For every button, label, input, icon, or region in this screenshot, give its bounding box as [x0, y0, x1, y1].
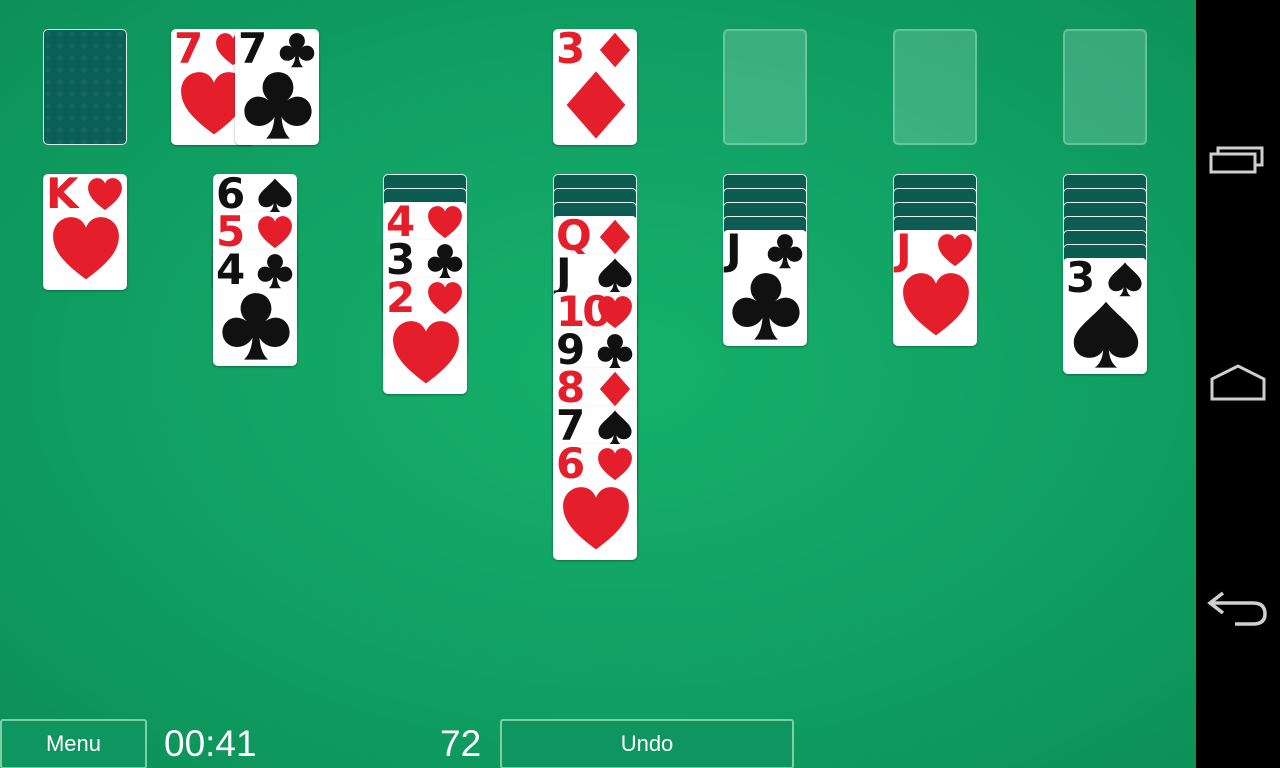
- card-rank: 3: [386, 240, 415, 284]
- undo-button[interactable]: Undo: [500, 719, 794, 768]
- stock-pile[interactable]: [43, 29, 127, 145]
- spade-icon: [598, 258, 632, 293]
- card-rank: 3: [1066, 258, 1095, 302]
- playing-card[interactable]: 7: [235, 29, 319, 145]
- spade-icon: [598, 410, 632, 445]
- foundation-slot[interactable]: [1063, 29, 1147, 145]
- foundation-slot[interactable]: [893, 29, 977, 145]
- heart-icon: [53, 217, 119, 280]
- game-table: 77 3 K 6 5 4 4 3 2 Q J 10 9 8 7 6 J J 3 Menu 00:41 72 Un…: [0, 0, 1196, 768]
- system-nav-bar: [1196, 0, 1280, 768]
- card-rank: 5: [216, 212, 245, 256]
- heart-icon: [393, 321, 459, 384]
- card-rank: 8: [556, 368, 585, 412]
- card-rank: 6: [556, 444, 585, 488]
- diamond-icon: [566, 71, 626, 139]
- spade-icon: [1073, 301, 1139, 368]
- club-icon: [427, 244, 463, 279]
- playing-card[interactable]: 2: [383, 278, 467, 394]
- card-rank: K: [46, 174, 79, 218]
- card-rank: 4: [216, 250, 245, 294]
- club-icon: [732, 273, 800, 340]
- heart-icon: [598, 448, 632, 481]
- club-icon: [222, 293, 290, 360]
- heart-icon: [88, 178, 122, 211]
- heart-icon: [938, 234, 972, 267]
- foundation-slot[interactable]: [723, 29, 807, 145]
- card-rank: 7: [238, 29, 267, 73]
- playing-card[interactable]: 4: [213, 250, 297, 366]
- playing-card[interactable]: 6: [553, 444, 637, 560]
- home-button[interactable]: [1196, 338, 1280, 428]
- card-rank: J: [726, 230, 742, 274]
- card-rank: 7: [556, 406, 585, 450]
- card-rank: 2: [386, 278, 415, 322]
- card-rank: 4: [386, 202, 415, 246]
- diamond-icon: [599, 371, 631, 407]
- menu-button[interactable]: Menu: [0, 719, 147, 768]
- home-icon: [1210, 364, 1266, 401]
- card-rank: 9: [556, 330, 585, 374]
- club-icon: [279, 33, 315, 68]
- spade-icon: [258, 178, 292, 213]
- playing-card[interactable]: 3: [1063, 258, 1147, 374]
- heart-icon: [903, 273, 969, 336]
- card-rank: 6: [216, 174, 245, 218]
- playing-card[interactable]: K: [43, 174, 127, 290]
- diamond-icon: [599, 32, 631, 68]
- recent-apps-icon: [1209, 146, 1264, 174]
- spade-icon: [1108, 262, 1142, 297]
- playing-card[interactable]: J: [723, 230, 807, 346]
- card-rank: J: [556, 254, 572, 298]
- card-rank: 3: [556, 29, 585, 73]
- club-icon: [767, 234, 803, 269]
- card-rank: J: [896, 230, 912, 274]
- heart-icon: [428, 282, 462, 315]
- card-rank: 7: [174, 29, 203, 73]
- playing-card[interactable]: 3: [553, 29, 637, 145]
- card-rank: Q: [556, 216, 592, 260]
- back-icon: [1207, 591, 1267, 626]
- recent-apps-button[interactable]: [1196, 115, 1280, 205]
- heart-icon: [563, 487, 629, 550]
- playing-card[interactable]: J: [893, 230, 977, 346]
- club-icon: [257, 254, 293, 289]
- club-icon: [597, 334, 633, 369]
- score: 72: [440, 723, 482, 764]
- back-button[interactable]: [1196, 562, 1280, 652]
- timer: 00:41: [164, 723, 257, 764]
- heart-icon: [428, 206, 462, 239]
- heart-icon: [258, 216, 292, 249]
- heart-icon: [598, 296, 632, 329]
- diamond-icon: [599, 219, 631, 255]
- club-icon: [244, 72, 312, 139]
